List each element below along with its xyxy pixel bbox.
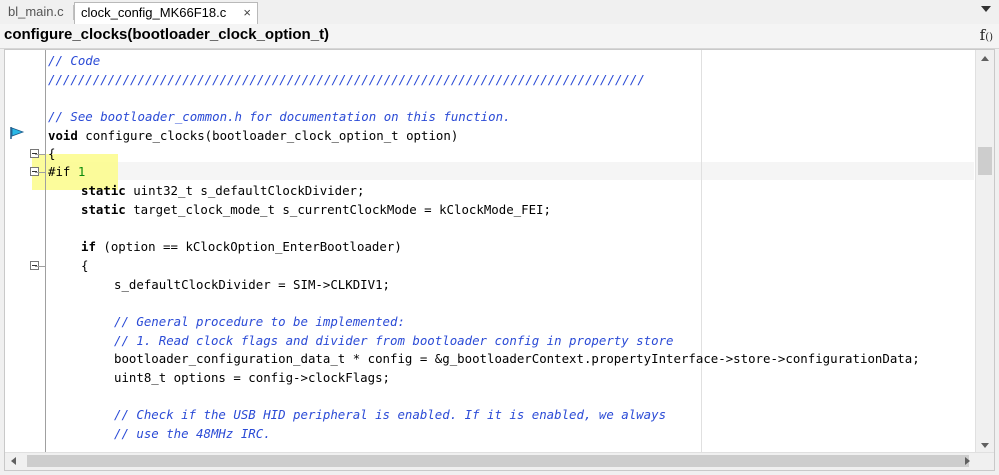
arrow-flag-icon xyxy=(10,127,25,139)
code-line: s_defaultClockDivider = SIM->CLKDIV1; xyxy=(114,277,391,292)
horizontal-scroll-thumb[interactable] xyxy=(27,455,969,467)
scroll-left-icon[interactable] xyxy=(11,457,16,465)
vertical-scroll-thumb[interactable] xyxy=(978,147,992,175)
close-icon[interactable]: × xyxy=(243,3,251,23)
code-line: // General procedure to be implemented: xyxy=(114,314,405,329)
tab-bl-main[interactable]: bl_main.c xyxy=(2,2,74,24)
number-literal: 1 xyxy=(77,164,86,179)
code-line: #if 1 xyxy=(48,163,85,181)
code-line: if (option == kClockOption_EnterBootload… xyxy=(81,238,402,256)
code-editor[interactable]: // Code ////////////////////////////////… xyxy=(4,49,995,471)
fold-gutter-line xyxy=(45,50,46,454)
code-text: target_clock_mode_t s_currentClockMode =… xyxy=(125,202,551,217)
tab-bar: bl_main.c clock_config_MK66F18.c × xyxy=(0,0,999,25)
function-bar: configure_clocks(bootloader_clock_option… xyxy=(0,24,999,49)
vertical-scrollbar[interactable] xyxy=(975,50,994,454)
code-text: uint32_t s_defaultClockDivider; xyxy=(125,183,365,198)
scrollbar-corner xyxy=(976,453,994,470)
function-icon-sub: () xyxy=(985,32,993,43)
code-line: // See bootloader_common.h for documenta… xyxy=(48,109,511,124)
preprocessor-directive: #if xyxy=(48,164,78,179)
code-line: // Check if the USB HID peripheral is en… xyxy=(114,407,667,422)
keyword: static xyxy=(81,202,126,217)
code-line: { xyxy=(81,258,89,273)
scroll-down-icon[interactable] xyxy=(981,443,989,448)
code-line: { xyxy=(48,146,56,161)
scroll-up-icon[interactable] xyxy=(981,56,989,61)
code-line: void configure_clocks(bootloader_clock_o… xyxy=(48,127,458,145)
fold-tick xyxy=(35,154,45,155)
chevron-down-icon[interactable] xyxy=(981,6,991,12)
code-line: static target_clock_mode_t s_currentCloc… xyxy=(81,201,551,219)
fold-tick xyxy=(35,172,45,173)
code-line: // Code xyxy=(48,53,101,68)
code-line: // use the 48MHz IRC. xyxy=(114,426,271,441)
keyword: void xyxy=(48,128,78,143)
current-line-highlight xyxy=(46,162,974,180)
tab-label: clock_config_MK66F18.c xyxy=(81,5,227,20)
keyword: if xyxy=(81,239,96,254)
margin-guide xyxy=(701,50,702,454)
code-line: static uint32_t s_defaultClockDivider; xyxy=(81,182,364,200)
function-icon[interactable]: f() xyxy=(980,26,993,44)
function-name[interactable]: configure_clocks(bootloader_clock_option… xyxy=(4,26,329,43)
horizontal-scrollbar[interactable] xyxy=(5,452,994,470)
code-line: ////////////////////////////////////////… xyxy=(48,72,645,87)
code-text: (option == kClockOption_EnterBootloader) xyxy=(95,239,402,254)
tab-clock-config[interactable]: clock_config_MK66F18.c × xyxy=(74,2,258,24)
code-line: bootloader_configuration_data_t * config… xyxy=(114,351,920,366)
code-line: // 1. Read clock flags and divider from … xyxy=(114,333,674,348)
fold-tick xyxy=(35,266,45,267)
scroll-right-icon[interactable] xyxy=(965,457,970,465)
tab-label: bl_main.c xyxy=(8,4,64,19)
keyword: static xyxy=(81,183,126,198)
code-text: configure_clocks(bootloader_clock_option… xyxy=(77,128,459,143)
code-line: uint8_t options = config->clockFlags; xyxy=(114,370,391,385)
